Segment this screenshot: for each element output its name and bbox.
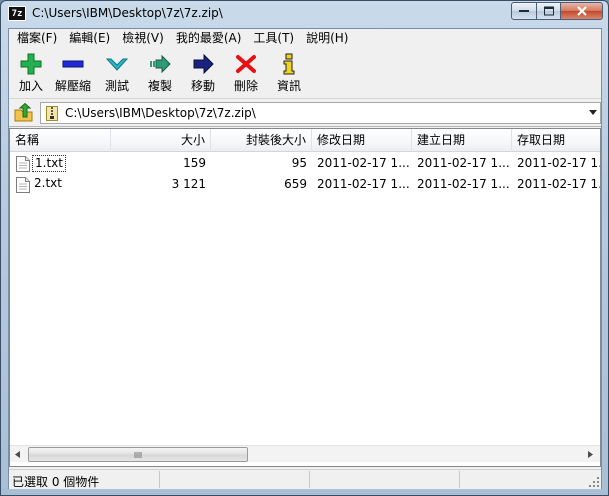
add-label: 加入 [18, 79, 43, 93]
plus-icon [20, 53, 42, 75]
delete-x-icon [236, 55, 256, 73]
status-bar: 已選取 0 個物件 [9, 469, 601, 489]
info-button[interactable]: 資訊 [268, 53, 310, 97]
menu-tools[interactable]: 工具(T) [247, 29, 300, 48]
table-row[interactable]: 1.txt 159 95 2011-02-17 1... 2011-02-17 … [10, 153, 601, 174]
zip-archive-icon [46, 106, 58, 121]
file-packed-size: 95 [291, 156, 307, 170]
move-button[interactable]: 移動 [182, 53, 224, 97]
window-title: C:\Users\IBM\Desktop\7z\7z.zip\ [32, 6, 223, 20]
file-name: 2.txt [34, 176, 62, 190]
horizontal-scrollbar[interactable] [10, 445, 600, 462]
menu-help[interactable]: 說明(H) [300, 29, 354, 48]
maximize-button[interactable] [536, 2, 561, 20]
client-area: 檔案(F) 編輯(E) 檢視(V) 我的最愛(A) 工具(T) 說明(H) 加入… [8, 28, 602, 489]
column-packed-size[interactable]: 封裝後大小 [211, 129, 312, 152]
close-icon [576, 6, 587, 16]
chevron-left-icon [15, 451, 20, 458]
column-name[interactable]: 名稱 [10, 129, 111, 152]
file-size: 3 121 [171, 177, 206, 191]
minimize-icon [519, 10, 529, 12]
maximize-icon [543, 6, 554, 16]
file-size: 159 [183, 156, 206, 170]
delete-label: 刪除 [233, 79, 258, 93]
menu-favorites[interactable]: 我的最愛(A) [170, 29, 248, 48]
scroll-right-button[interactable] [583, 446, 600, 463]
address-path: C:\Users\IBM\Desktop\7z\7z.zip\ [65, 106, 256, 120]
test-button[interactable]: 測試 [96, 53, 138, 97]
selection-status: 已選取 0 個物件 [12, 475, 100, 489]
move-arrow-icon [193, 53, 214, 75]
app-window: 7z C:\Users\IBM\Desktop\7z\7z.zip\ 檔案(F)… [0, 0, 609, 496]
up-folder-icon [14, 102, 33, 122]
delete-button[interactable]: 刪除 [225, 53, 267, 97]
column-size[interactable]: 大小 [111, 129, 211, 152]
menu-edit[interactable]: 編輯(E) [63, 29, 116, 48]
column-created[interactable]: 建立日期 [412, 129, 512, 152]
resize-grip-icon[interactable] [589, 477, 600, 488]
status-divider [309, 471, 310, 488]
copy-label: 複製 [147, 79, 172, 93]
menu-file[interactable]: 檔案(F) [11, 29, 63, 48]
list-header: 名稱 大小 封裝後大小 修改日期 建立日期 存取日期 [10, 129, 600, 152]
extract-label: 解壓縮 [54, 79, 91, 93]
status-divider [459, 471, 460, 488]
add-button[interactable]: 加入 [10, 53, 52, 97]
close-button[interactable] [560, 2, 603, 20]
menu-bar: 檔案(F) 編輯(E) 檢視(V) 我的最愛(A) 工具(T) 說明(H) [9, 29, 601, 48]
file-modified: 2011-02-17 1... [317, 177, 410, 191]
file-accessed: 2011-02-17 1... [517, 177, 601, 191]
scroll-thumb[interactable] [28, 447, 248, 462]
text-file-icon [16, 177, 30, 193]
menu-view[interactable]: 檢視(V) [116, 29, 170, 48]
info-icon [283, 53, 295, 75]
toolbar: 加入 解壓縮 測試 複製 移動 刪除 資訊 [9, 49, 601, 99]
file-created: 2011-02-17 1... [417, 156, 510, 170]
chevron-right-icon [588, 451, 593, 458]
title-bar[interactable]: 7z C:\Users\IBM\Desktop\7z\7z.zip\ [1, 1, 608, 28]
copy-button[interactable]: 複製 [139, 53, 181, 97]
chevron-down-icon[interactable] [589, 110, 597, 115]
move-label: 移動 [190, 79, 215, 93]
info-label: 資訊 [276, 79, 301, 93]
file-accessed: 2011-02-17 1... [517, 156, 601, 170]
grip-icon [134, 452, 142, 458]
file-list[interactable]: 名稱 大小 封裝後大小 修改日期 建立日期 存取日期 1.txt 159 95 … [9, 128, 601, 467]
address-bar: C:\Users\IBM\Desktop\7z\7z.zip\ [9, 100, 601, 127]
check-down-icon [105, 58, 129, 71]
extract-button[interactable]: 解壓縮 [52, 53, 94, 97]
file-created: 2011-02-17 1... [417, 177, 510, 191]
file-packed-size: 659 [284, 177, 307, 191]
7zip-app-icon[interactable]: 7z [8, 6, 26, 21]
copy-arrow-icon [150, 54, 171, 74]
test-label: 測試 [104, 79, 129, 93]
text-file-icon [16, 156, 30, 172]
address-input[interactable]: C:\Users\IBM\Desktop\7z\7z.zip\ [40, 102, 601, 124]
minimize-button[interactable] [511, 2, 537, 20]
column-accessed[interactable]: 存取日期 [512, 129, 600, 152]
status-divider [159, 471, 160, 488]
file-name: 1.txt [32, 155, 66, 172]
table-row[interactable]: 2.txt 3 121 659 2011-02-17 1... 2011-02-… [10, 174, 601, 195]
minus-icon [62, 60, 84, 68]
file-modified: 2011-02-17 1... [317, 156, 410, 170]
up-folder-button[interactable] [13, 102, 35, 123]
column-modified[interactable]: 修改日期 [312, 129, 412, 152]
scroll-left-button[interactable] [10, 446, 27, 463]
